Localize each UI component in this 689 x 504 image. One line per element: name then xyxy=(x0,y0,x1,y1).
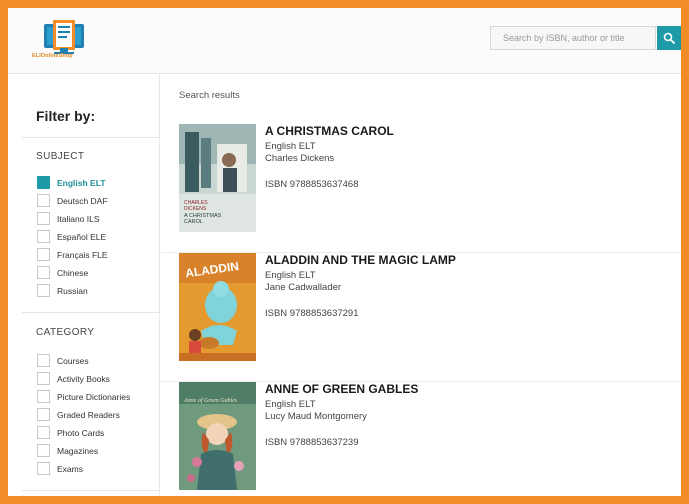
book-isbn: ISBN 9788853637291 xyxy=(265,308,359,319)
search-box xyxy=(490,26,656,50)
filter-option-label: English ELT xyxy=(57,177,106,188)
filter-option-magazines[interactable]: Magazines xyxy=(37,444,98,457)
checkbox[interactable] xyxy=(37,408,50,421)
category-section-title: CATEGORY xyxy=(36,327,95,338)
checkbox[interactable] xyxy=(37,194,50,207)
svg-text:CAROL: CAROL xyxy=(184,219,203,225)
cover-title-text: Anne of Green Gables xyxy=(183,397,238,404)
divider xyxy=(22,490,160,491)
book-title-link[interactable]: ALADDIN AND THE MAGIC LAMP xyxy=(265,253,456,267)
filter-option-courses[interactable]: Courses xyxy=(37,354,89,367)
filter-option-francais-fle[interactable]: Français FLE xyxy=(37,248,108,261)
checkbox[interactable] xyxy=(37,212,50,225)
filter-option-espanol-ele[interactable]: Español ELE xyxy=(37,230,106,243)
result-item: CHARLES DICKENS A CHRISTMAS CAROL A CHRI… xyxy=(161,124,681,253)
book-cover-image[interactable]: CHARLES DICKENS A CHRISTMAS CAROL xyxy=(179,124,256,232)
filter-option-label: Courses xyxy=(57,355,89,366)
filter-option-activity-books[interactable]: Activity Books xyxy=(37,372,110,385)
filter-option-label: Deutsch DAF xyxy=(57,195,108,206)
checkbox[interactable] xyxy=(37,354,50,367)
filter-option-exams[interactable]: Exams xyxy=(37,462,83,475)
result-item: Anne of Green Gables ANNE OF GREEN GABLE… xyxy=(161,382,681,496)
book-cover-image[interactable]: ALADDIN xyxy=(179,253,256,361)
checkbox[interactable] xyxy=(37,230,50,243)
filter-option-label: Exams xyxy=(57,463,83,474)
logo-text: ELIOnlineShop xyxy=(32,53,73,59)
filter-option-chinese[interactable]: Chinese xyxy=(37,266,88,279)
checkbox[interactable] xyxy=(37,248,50,261)
filter-option-label: Español ELE xyxy=(57,231,107,242)
filter-option-photo-cards[interactable]: Photo Cards xyxy=(37,426,104,439)
search-icon xyxy=(663,32,675,44)
app-frame: ELIOnlineShop Filter by: SUBJECT English… xyxy=(0,0,689,504)
filter-option-italiano-ils[interactable]: Italiano ILS xyxy=(37,212,100,225)
checkbox[interactable] xyxy=(37,444,50,457)
svg-text:DICKENS: DICKENS xyxy=(184,206,207,212)
book-subject: English ELT xyxy=(265,141,316,152)
checkbox[interactable] xyxy=(37,426,50,439)
filter-title: Filter by: xyxy=(36,108,96,124)
subject-section-title: SUBJECT xyxy=(36,151,85,162)
book-cover-image[interactable]: Anne of Green Gables xyxy=(179,382,256,490)
checkbox-checked[interactable] xyxy=(37,176,50,189)
header: ELIOnlineShop xyxy=(8,8,681,74)
eli-logo-icon[interactable] xyxy=(38,14,90,68)
filter-option-label: Magazines xyxy=(57,445,99,456)
checkbox[interactable] xyxy=(37,284,50,297)
filter-option-label: Photo Cards xyxy=(57,427,105,438)
filter-option-label: Russian xyxy=(57,285,88,296)
checkbox[interactable] xyxy=(37,462,50,475)
result-item: ALADDIN ALADDIN AND THE MAGIC LAMP Engli… xyxy=(161,253,681,382)
filter-option-english-elt[interactable]: English ELT xyxy=(37,176,105,189)
filter-option-label: Activity Books xyxy=(57,373,110,384)
checkbox[interactable] xyxy=(37,266,50,279)
filter-option-label: Picture Dictionaries xyxy=(57,391,131,402)
book-subject: English ELT xyxy=(265,399,316,410)
book-author: Jane Cadwallader xyxy=(265,282,342,293)
book-title-link[interactable]: A CHRISTMAS CAROL xyxy=(265,124,394,138)
filter-option-label: Français FLE xyxy=(57,249,108,260)
filter-option-graded-readers[interactable]: Graded Readers xyxy=(37,408,120,421)
checkbox[interactable] xyxy=(37,390,50,403)
book-isbn: ISBN 9788853637468 xyxy=(265,179,359,190)
book-author: Lucy Maud Montgomery xyxy=(265,411,367,422)
divider xyxy=(22,137,160,138)
filter-option-label: Italiano ILS xyxy=(57,213,100,224)
filter-option-picture-dictionaries[interactable]: Picture Dictionaries xyxy=(37,390,130,403)
book-isbn: ISBN 9788853637239 xyxy=(265,437,359,448)
book-subject: English ELT xyxy=(265,270,316,281)
filter-option-label: Graded Readers xyxy=(57,409,120,420)
search-button[interactable] xyxy=(657,26,681,50)
divider xyxy=(22,312,160,313)
book-title-link[interactable]: ANNE OF GREEN GABLES xyxy=(265,382,418,396)
book-author: Charles Dickens xyxy=(265,153,335,164)
filter-sidebar: Filter by: SUBJECT English ELT Deutsch D… xyxy=(8,74,160,496)
results-heading: Search results xyxy=(179,90,240,101)
search-input[interactable] xyxy=(491,27,655,49)
checkbox[interactable] xyxy=(37,372,50,385)
filter-option-deutsch-daf[interactable]: Deutsch DAF xyxy=(37,194,108,207)
filter-option-label: Chinese xyxy=(57,267,89,278)
filter-option-russian[interactable]: Russian xyxy=(37,284,88,297)
